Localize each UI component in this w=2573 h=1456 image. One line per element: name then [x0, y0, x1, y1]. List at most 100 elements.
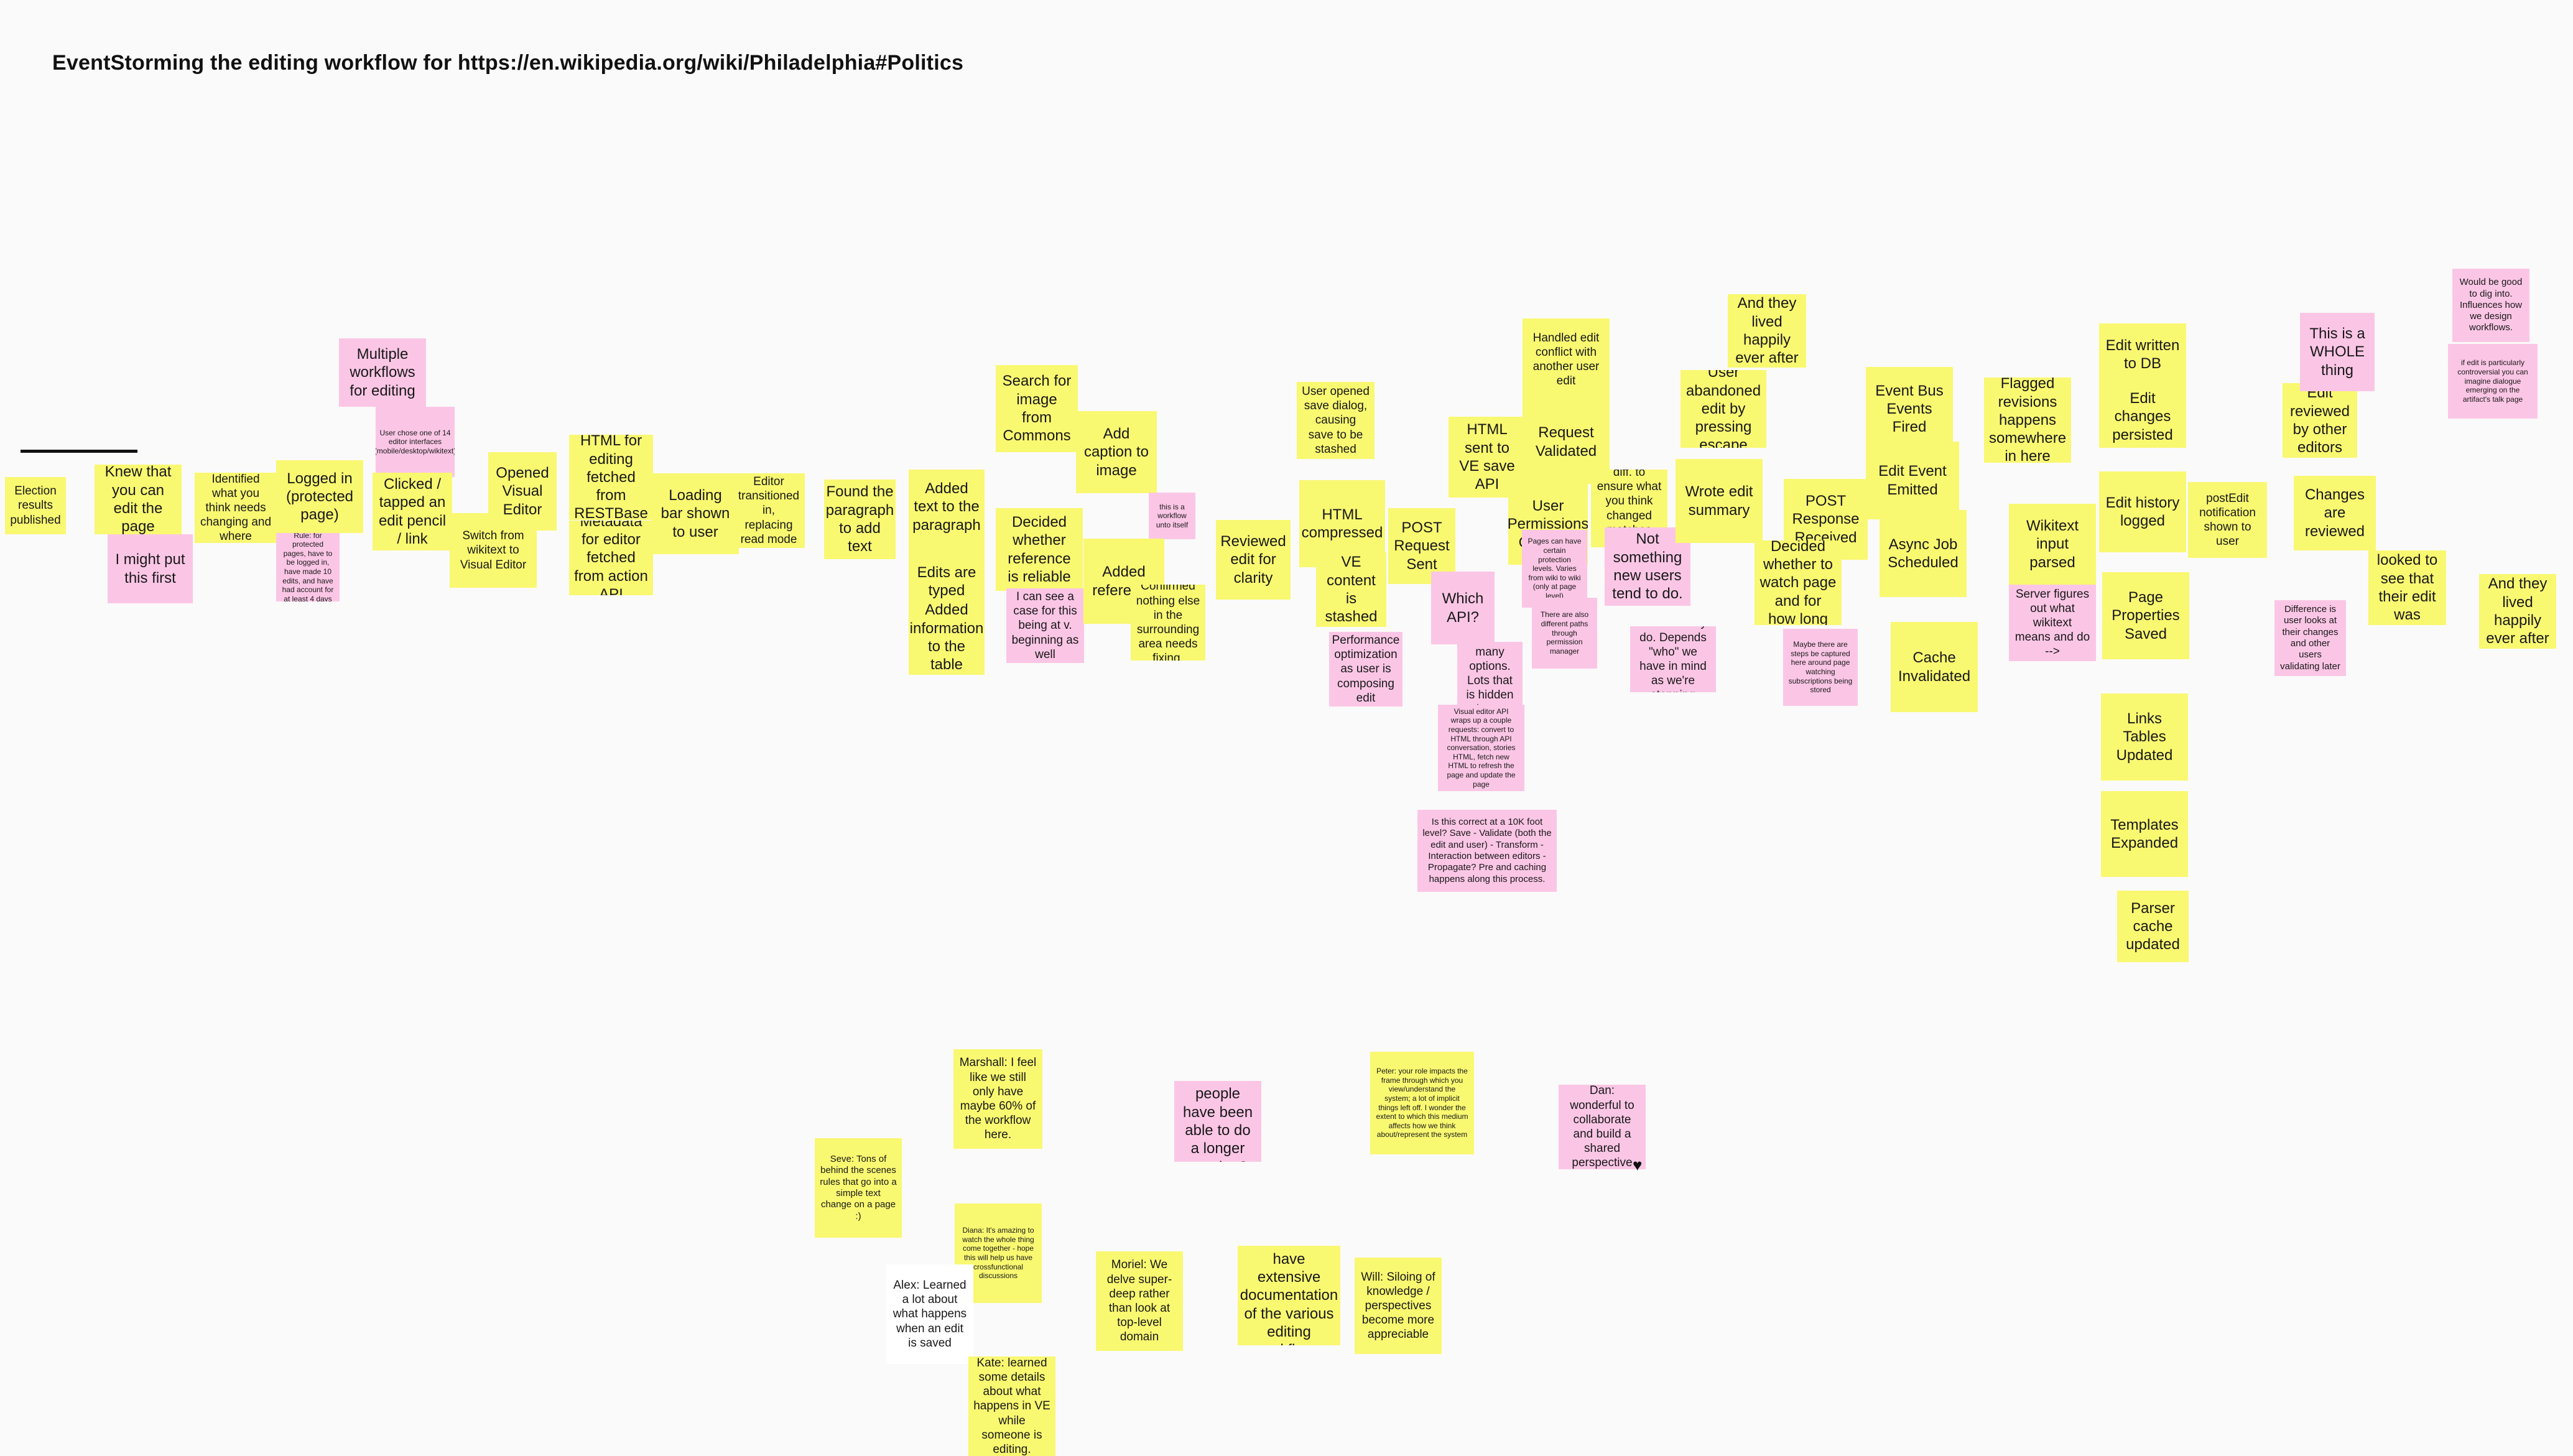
horizontal-divider — [21, 450, 137, 453]
sticky-note[interactable]: Alex: Learned a lot about what happens w… — [886, 1264, 973, 1364]
sticky-note[interactable]: Kate: learned some details about what ha… — [968, 1356, 1055, 1456]
sticky-note[interactable]: Parser cache updated — [2117, 891, 2189, 962]
sticky-note-text: Links Tables Updated — [2116, 710, 2173, 764]
sticky-note[interactable]: Marshall: I feel like we still only have… — [953, 1049, 1042, 1149]
sticky-note-text: Templates Expanded — [2110, 816, 2179, 851]
sticky-note[interactable]: I might put this first — [108, 534, 193, 603]
sticky-note-text: Pages can have certain protection levels… — [1528, 537, 1582, 601]
sticky-note[interactable]: Edit reviewed by other editors — [2283, 383, 2357, 458]
sticky-note[interactable]: Clicked / tapped an edit pencil / link — [373, 473, 452, 550]
sticky-note-text: User opened save dialog, causing save to… — [1302, 385, 1370, 456]
sticky-note[interactable]: Difference is user looks at their change… — [2274, 600, 2346, 676]
sticky-note[interactable]: Cache Invalidated — [1891, 622, 1978, 712]
sticky-note-text: Added information to the table — [909, 601, 984, 674]
sticky-note[interactable]: Reviewed edit for clarity — [1216, 520, 1291, 600]
sticky-note[interactable]: Would be good to dig into. Influences ho… — [2452, 269, 2529, 342]
sticky-note-text: User looked to see that their edit was s… — [2376, 550, 2438, 625]
sticky-note[interactable]: Async Job Scheduled — [1880, 510, 1967, 597]
sticky-note[interactable]: Decided whether reference is reliable — [996, 508, 1083, 591]
sticky-note[interactable]: Added information to the table — [909, 600, 985, 675]
sticky-note[interactable]: User abandoned edit by pressing escape — [1681, 370, 1766, 448]
sticky-note[interactable]: Maybe there are steps be captured here a… — [1783, 629, 1858, 706]
sticky-note[interactable]: Peter: your role impacts the frame throu… — [1370, 1052, 1474, 1154]
sticky-note[interactable]: Changes are reviewed — [2294, 476, 2376, 550]
sticky-note[interactable]: User looked to see that their edit was s… — [2368, 550, 2446, 625]
sticky-note[interactable]: Event Bus Events Fired — [1866, 367, 1953, 451]
sticky-note[interactable]: And they lived happily ever after — [1728, 294, 1806, 368]
sticky-note[interactable]: Decided whether to watch page and for ho… — [1755, 540, 1842, 625]
sticky-note[interactable]: Will: Siloing of knowledge / perspective… — [1355, 1258, 1442, 1354]
sticky-note[interactable]: postEdit notification shown to user — [2188, 482, 2267, 558]
sticky-note-text: Ed: We don't have extensive documentatio… — [1240, 1246, 1338, 1345]
sticky-note[interactable]: VE content is stashed — [1316, 552, 1386, 627]
sticky-note[interactable]: Metadata for editor fetched from action … — [569, 521, 653, 595]
sticky-note-text: Parser cache updated — [2126, 899, 2180, 953]
sticky-note[interactable]: Links Tables Updated — [2101, 693, 2188, 781]
sticky-note-text: User abandoned edit by pressing escape — [1685, 370, 1761, 448]
sticky-note[interactable]: Editor transitioned in, replacing read m… — [733, 473, 805, 548]
sticky-note[interactable]: Add caption to image — [1076, 411, 1157, 493]
sticky-note-text: Rule: for protected pages, have to be lo… — [282, 533, 334, 601]
sticky-note-text: And they lived happily ever after — [2486, 575, 2549, 647]
sticky-note[interactable]: This is a WHOLE thing — [2300, 313, 2375, 391]
sticky-note[interactable]: This has many options. Lots that is hidd… — [1457, 642, 1523, 705]
sticky-note[interactable]: Search for image from Commons — [996, 365, 1078, 452]
sticky-note[interactable]: Templates Expanded — [2101, 791, 2188, 877]
sticky-note[interactable]: Is this correct at a 10K foot level? Sav… — [1417, 810, 1557, 892]
sticky-note[interactable]: Pages can have certain protection levels… — [1522, 530, 1587, 608]
sticky-note[interactable]: Handled edit conflict with another user … — [1523, 318, 1610, 401]
sticky-note-text: Changes are reviewed — [2304, 486, 2365, 540]
sticky-note[interactable]: this is a workflow unto itself — [1149, 493, 1195, 539]
sticky-note[interactable]: Seve: Tons of behind the scenes rules th… — [815, 1138, 902, 1238]
sticky-note[interactable]: Server figures out what wikitext means a… — [2009, 585, 2096, 661]
sticky-note[interactable]: Wrote edit summary — [1676, 459, 1763, 543]
sticky-note-text: This has many options. Lots that is hidd… — [1466, 642, 1514, 705]
sticky-note-text: Visual editor API wraps up a couple requ… — [1447, 707, 1516, 789]
sticky-note[interactable]: Moriel: We delve super-deep rather than … — [1096, 1251, 1183, 1351]
sticky-note[interactable]: HTML for editing fetched from RESTBase — [569, 435, 653, 520]
sticky-note[interactable]: Edit written to DB — [2099, 323, 2186, 386]
sticky-note[interactable]: Which API? — [1431, 572, 1495, 644]
sticky-note[interactable]: There are also different paths through p… — [1532, 598, 1597, 669]
sticky-note[interactable]: Election results published — [5, 477, 66, 534]
sticky-note-text: Switch from wikitext to Visual Editor — [460, 529, 527, 572]
sticky-note-text: HTML sent to VE save API — [1459, 421, 1515, 493]
sticky-note[interactable]: Page Properties Saved — [2102, 572, 2189, 659]
sticky-note[interactable]: Edit changes persisted — [2099, 386, 2186, 448]
sticky-note[interactable]: Rule: for protected pages, have to be lo… — [276, 533, 340, 601]
sticky-note[interactable]: Edit history logged — [2099, 471, 2186, 552]
sticky-note[interactable]: Added text to the paragraph — [909, 470, 985, 544]
sticky-note-text: Election results published — [10, 485, 61, 527]
sticky-note[interactable]: Performance optimization as user is comp… — [1329, 632, 1402, 707]
sticky-note-text: Identified what you think needs changing… — [200, 473, 272, 543]
sticky-note-text: VE content is stashed — [1325, 554, 1378, 626]
sticky-note[interactable]: Knew that you can edit the page — [95, 465, 182, 534]
sticky-note[interactable]: Found the paragraph to add text — [824, 480, 896, 559]
sticky-note[interactable]: Identified what you think needs changing… — [195, 473, 277, 543]
sticky-note-text: HTML for editing fetched from RESTBase — [574, 435, 648, 520]
sticky-note-text: if edit is particularly controversial yo… — [2457, 358, 2528, 404]
sticky-note-text: I don't assume they do. Depends "who" we… — [1639, 626, 1707, 692]
sticky-note[interactable]: User opened save dialog, causing save to… — [1297, 382, 1375, 459]
sticky-note[interactable]: User chose one of 14 editor interfaces (… — [376, 407, 455, 477]
sticky-note[interactable]: Loading bar shown to user — [652, 473, 739, 554]
sticky-note[interactable]: Opened Visual Editor — [488, 452, 557, 531]
sticky-note[interactable]: Edit Event Emitted — [1866, 442, 1959, 519]
sticky-note[interactable]: if edit is particularly controversial yo… — [2448, 344, 2538, 419]
sticky-note[interactable]: Logged in (protected page) — [276, 460, 363, 533]
sticky-note[interactable]: And they lived happily ever after — [2479, 574, 2556, 649]
sticky-note[interactable]: Flagged revisions happens somewhere in h… — [1984, 378, 2071, 463]
sticky-note[interactable]: Wikitext input parsed — [2009, 504, 2096, 585]
sticky-note-text: Add caption to image — [1083, 425, 1149, 479]
sticky-note[interactable]: Multiple workflows for editing — [339, 338, 426, 407]
sticky-note[interactable]: Ed: We don't have extensive documentatio… — [1238, 1246, 1340, 1345]
sticky-note-text: This is a WHOLE thing — [2309, 325, 2365, 379]
sticky-note[interactable]: Would people have been able to do a long… — [1174, 1081, 1261, 1162]
sticky-note-text: Loading bar shown to user — [661, 487, 730, 540]
sticky-note[interactable]: Confirmed nothing else in the surroundin… — [1131, 585, 1205, 661]
sticky-note-text: Wrote edit summary — [1685, 483, 1753, 519]
sticky-note-text: Knew that you can edit the page — [104, 465, 172, 534]
sticky-note[interactable]: I don't assume they do. Depends "who" we… — [1630, 626, 1716, 692]
sticky-note[interactable]: Visual editor API wraps up a couple requ… — [1438, 705, 1524, 791]
sticky-note[interactable]: I can see a case for this being at v. be… — [1006, 588, 1084, 663]
